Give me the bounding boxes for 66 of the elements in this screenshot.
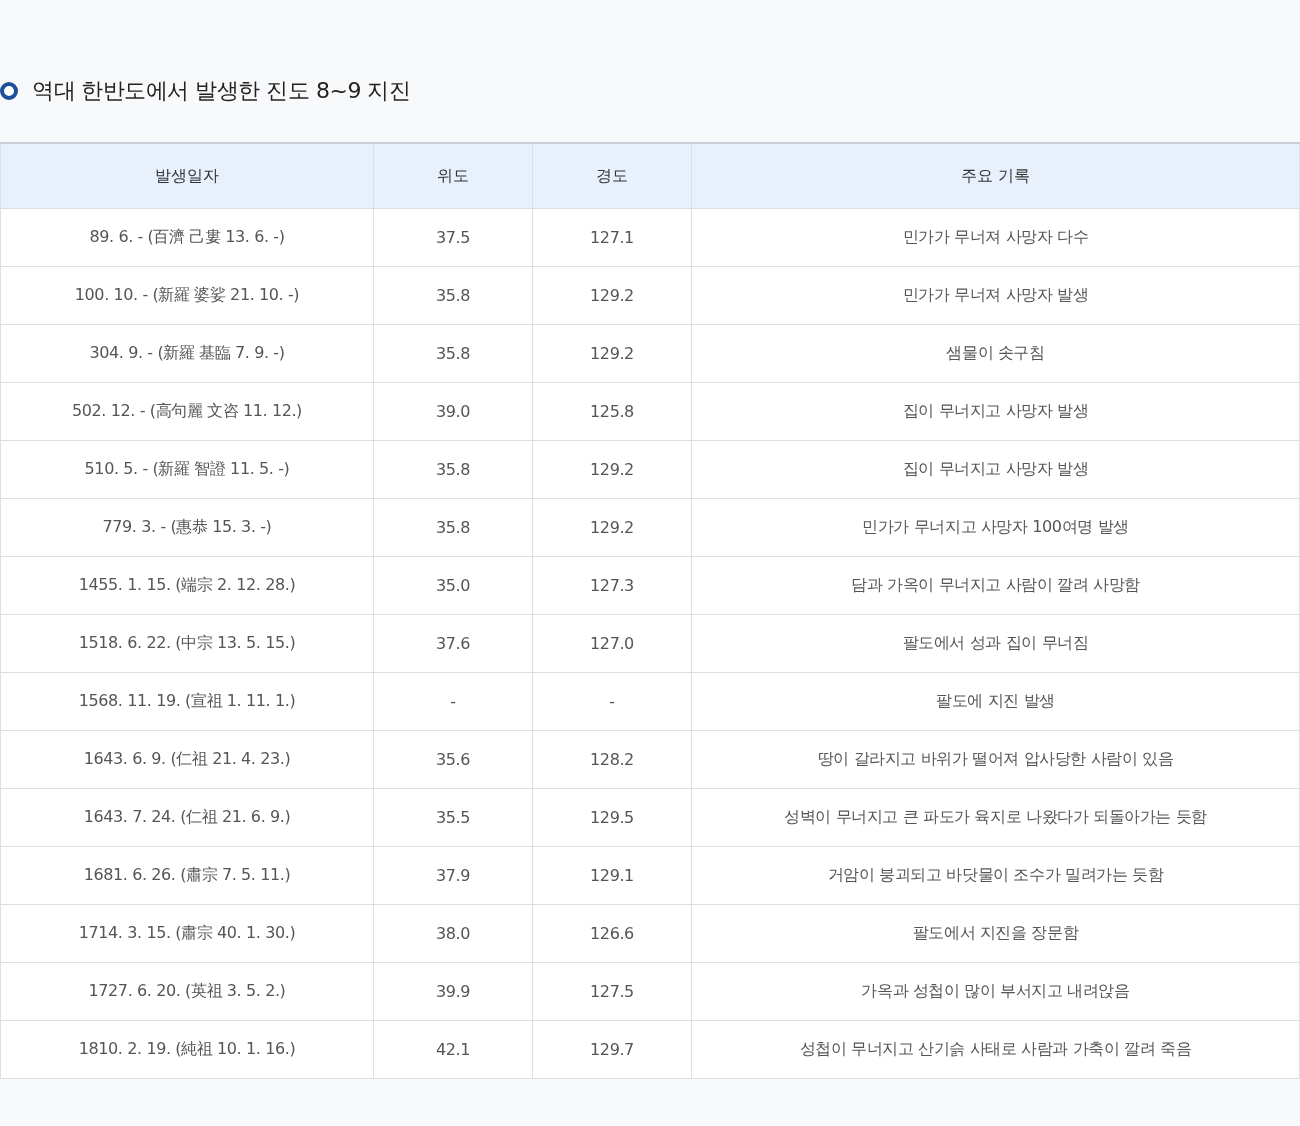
column-header: 경도	[532, 143, 692, 209]
table-cell: 35.6	[373, 730, 533, 789]
table-cell: 37.5	[373, 208, 533, 267]
table-cell: 성벽이 무너지고 큰 파도가 육지로 나왔다가 되돌아가는 듯함	[691, 788, 1300, 847]
table-cell: 37.9	[373, 846, 533, 905]
table-cell: 128.2	[532, 730, 692, 789]
table-cell: 129.2	[532, 440, 692, 499]
table-cell: 100. 10. - (新羅 婆娑 21. 10. -)	[0, 266, 374, 325]
table-cell: 가옥과 성첩이 많이 부서지고 내려앉음	[691, 962, 1300, 1021]
table-cell: 1455. 1. 15. (端宗 2. 12. 28.)	[0, 556, 374, 615]
table-cell: 510. 5. - (新羅 智證 11. 5. -)	[0, 440, 374, 499]
table-cell: 127.3	[532, 556, 692, 615]
table-cell: 1518. 6. 22. (中宗 13. 5. 15.)	[0, 614, 374, 673]
table-cell: 집이 무너지고 사망자 발생	[691, 440, 1300, 499]
table-cell: 304. 9. - (新羅 基臨 7. 9. -)	[0, 324, 374, 383]
table-cell: 129.7	[532, 1020, 692, 1079]
table-cell: 127.0	[532, 614, 692, 673]
table-cell: 거암이 붕괴되고 바닷물이 조수가 밀려가는 듯함	[691, 846, 1300, 905]
table-cell: 민가가 무너져 사망자 발생	[691, 266, 1300, 325]
column-header: 위도	[373, 143, 533, 209]
table-cell: 1643. 7. 24. (仁祖 21. 6. 9.)	[0, 788, 374, 847]
table-cell: -	[373, 672, 533, 731]
table-cell: 팔도에서 지진을 장문함	[691, 904, 1300, 963]
table-cell: 37.6	[373, 614, 533, 673]
table-cell: 39.0	[373, 382, 533, 441]
bullet-icon	[0, 82, 18, 100]
table-cell: 129.2	[532, 324, 692, 383]
table-cell: 502. 12. - (高句麗 文咨 11. 12.)	[0, 382, 374, 441]
table-cell: 127.1	[532, 208, 692, 267]
table-cell: 1681. 6. 26. (肅宗 7. 5. 11.)	[0, 846, 374, 905]
table-cell: 팔도에서 성과 집이 무너짐	[691, 614, 1300, 673]
table-cell: 1568. 11. 19. (宣祖 1. 11. 1.)	[0, 672, 374, 731]
table-cell: 39.9	[373, 962, 533, 1021]
table-cell: -	[532, 672, 692, 731]
table-cell: 땅이 갈라지고 바위가 떨어져 압사당한 사람이 있음	[691, 730, 1300, 789]
table-cell: 129.5	[532, 788, 692, 847]
table-cell: 35.8	[373, 498, 533, 557]
column-header: 주요 기록	[691, 143, 1300, 209]
table-cell: 89. 6. - (百濟 己婁 13. 6. -)	[0, 208, 374, 267]
table-cell: 126.6	[532, 904, 692, 963]
table-cell: 779. 3. - (惠恭 15. 3. -)	[0, 498, 374, 557]
table-cell: 35.8	[373, 266, 533, 325]
table-cell: 1643. 6. 9. (仁祖 21. 4. 23.)	[0, 730, 374, 789]
table-cell: 35.5	[373, 788, 533, 847]
table-cell: 담과 가옥이 무너지고 사람이 깔려 사망함	[691, 556, 1300, 615]
table-cell: 1810. 2. 19. (純祖 10. 1. 16.)	[0, 1020, 374, 1079]
table-cell: 42.1	[373, 1020, 533, 1079]
section-title: 역대 한반도에서 발생한 진도 8~9 지진	[32, 77, 411, 105]
column-header: 발생일자	[0, 143, 374, 209]
table-cell: 팔도에 지진 발생	[691, 672, 1300, 731]
table-cell: 35.0	[373, 556, 533, 615]
table-cell: 집이 무너지고 사망자 발생	[691, 382, 1300, 441]
table-cell: 38.0	[373, 904, 533, 963]
table-cell: 129.2	[532, 498, 692, 557]
table-cell: 샘물이 솟구침	[691, 324, 1300, 383]
table-cell: 민가가 무너지고 사망자 100여명 발생	[691, 498, 1300, 557]
table-cell: 성첩이 무너지고 산기슭 사태로 사람과 가축이 깔려 죽음	[691, 1020, 1300, 1079]
table-cell: 125.8	[532, 382, 692, 441]
table-cell: 129.1	[532, 846, 692, 905]
table-cell: 1727. 6. 20. (英祖 3. 5. 2.)	[0, 962, 374, 1021]
table-cell: 35.8	[373, 324, 533, 383]
table-cell: 35.8	[373, 440, 533, 499]
table-cell: 1714. 3. 15. (肅宗 40. 1. 30.)	[0, 904, 374, 963]
table-cell: 127.5	[532, 962, 692, 1021]
table-cell: 129.2	[532, 266, 692, 325]
table-cell: 민가가 무너져 사망자 다수	[691, 208, 1300, 267]
